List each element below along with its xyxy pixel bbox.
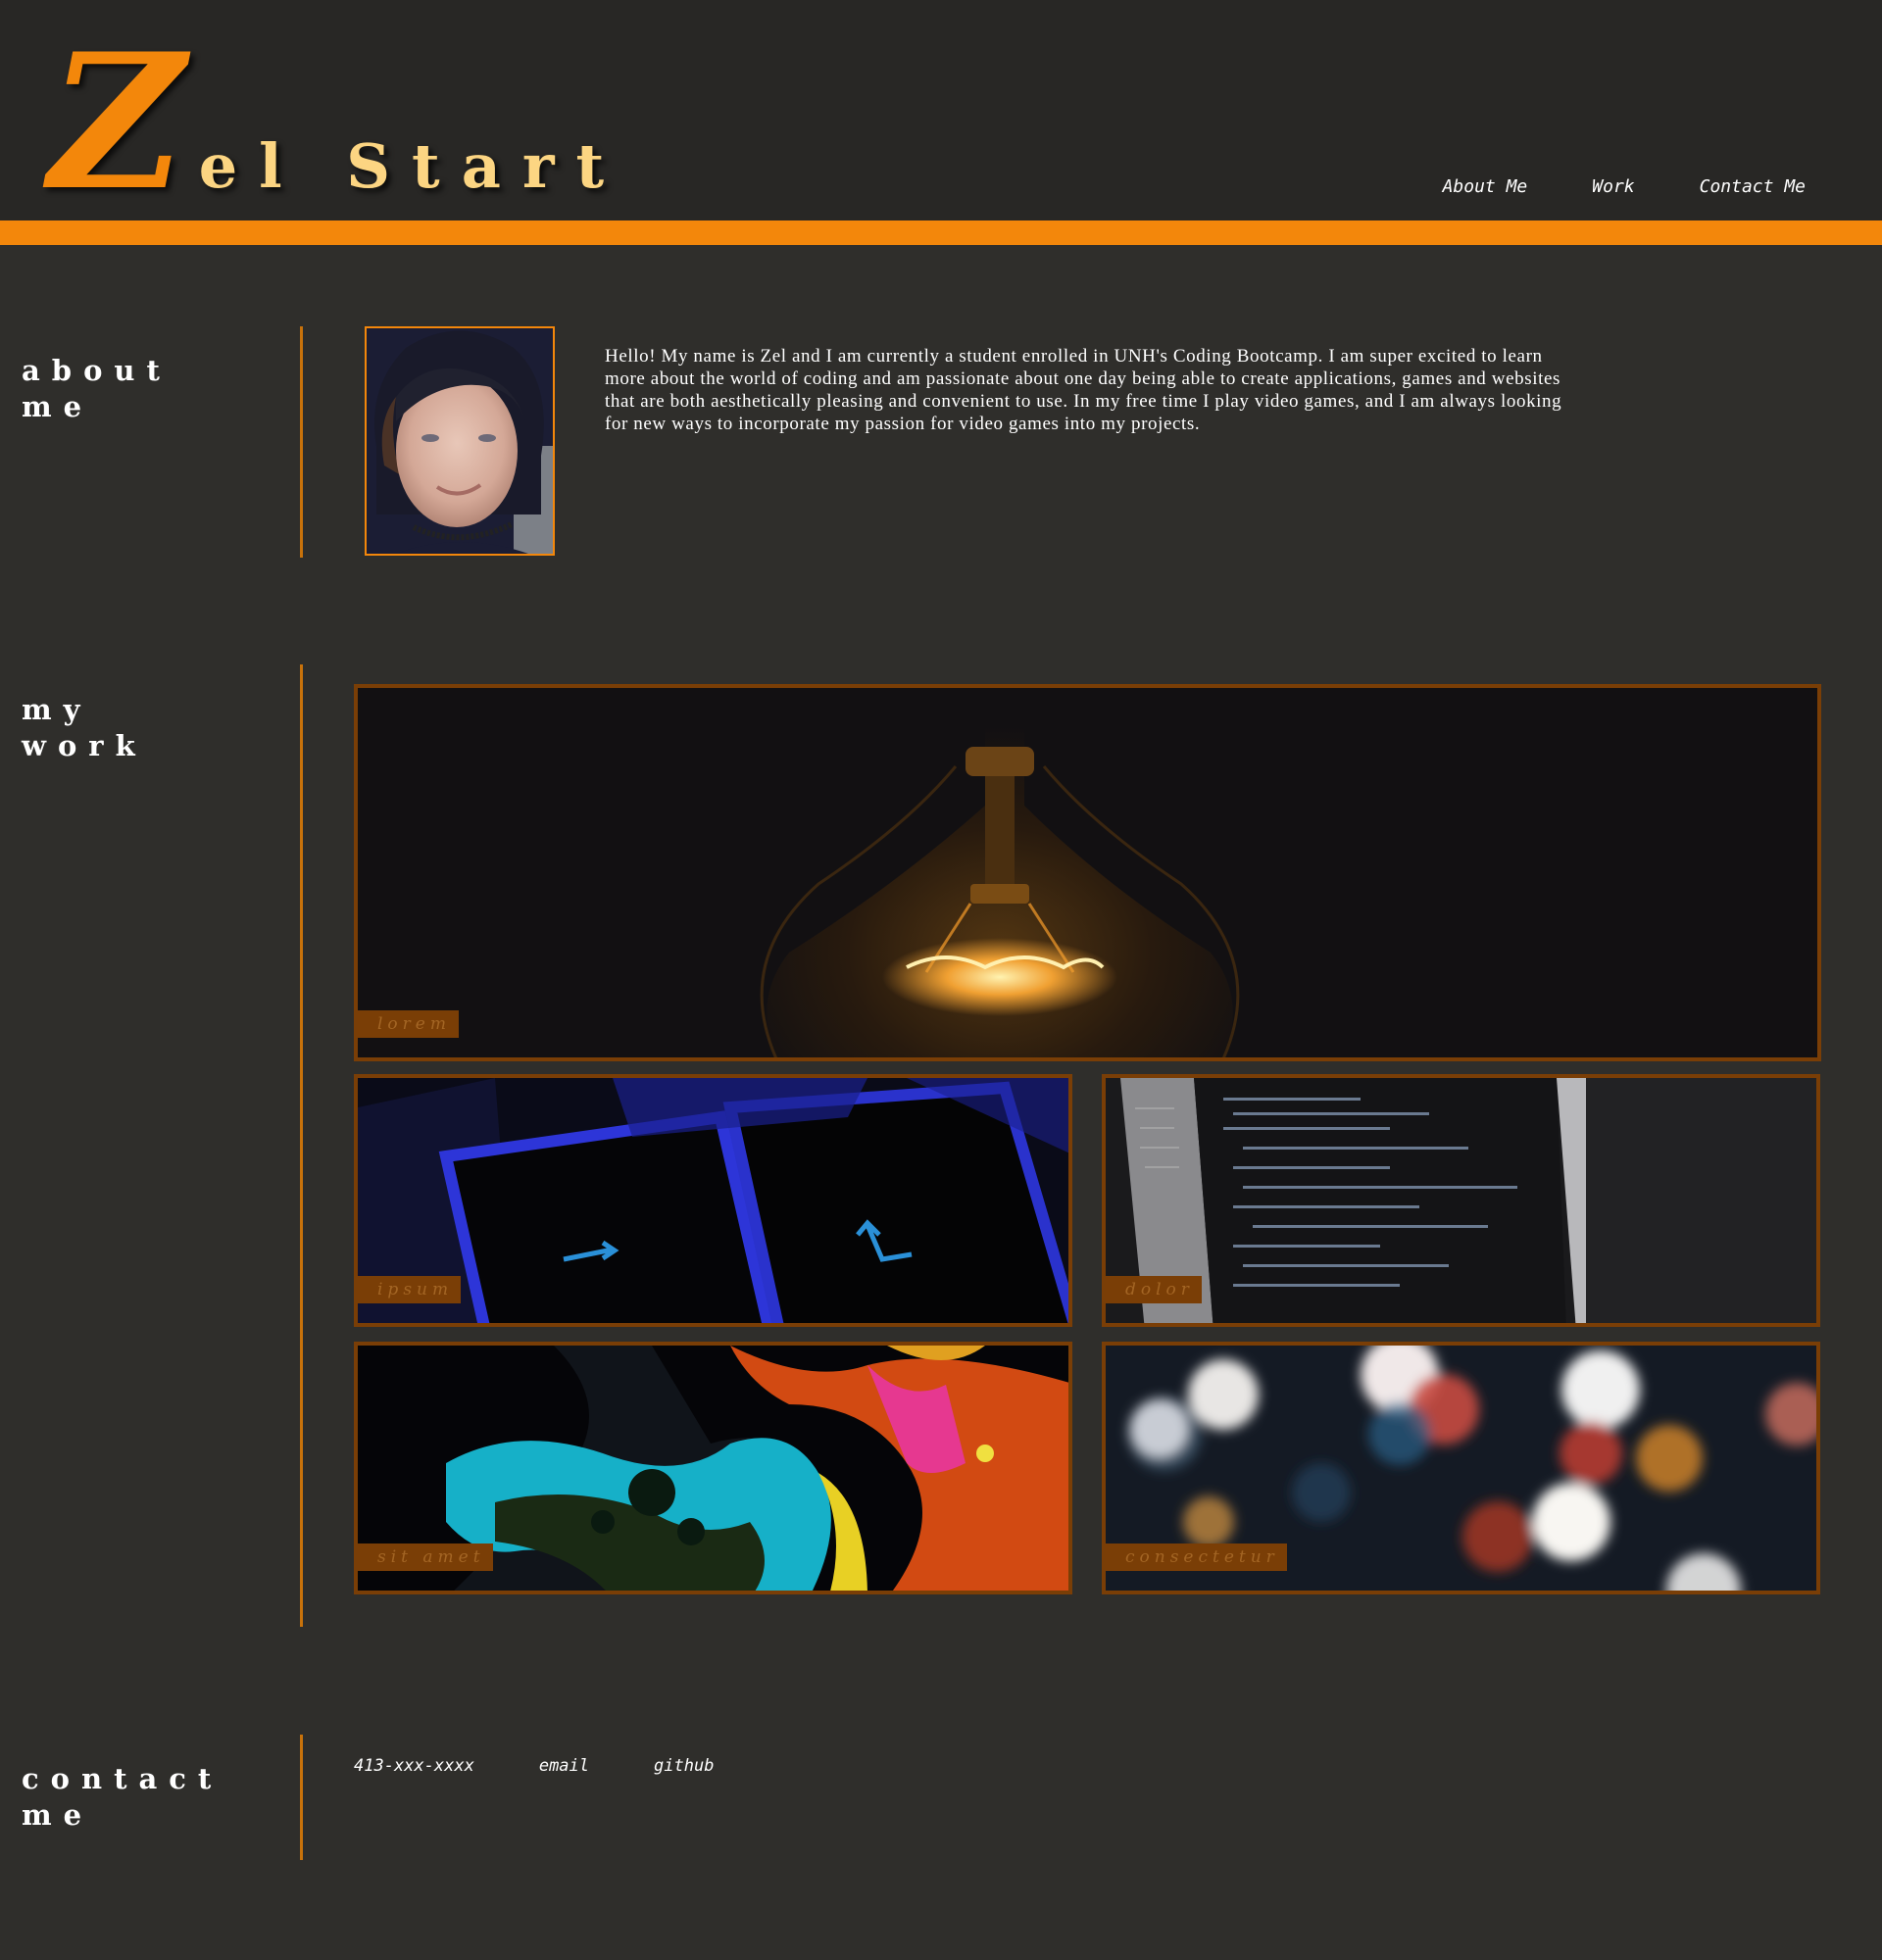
site-logo[interactable]: Z el Start xyxy=(49,13,626,231)
contact-divider xyxy=(300,1735,303,1860)
work-tile-ipsum[interactable]: ipsum xyxy=(354,1074,1072,1327)
work-tile-dolor[interactable]: dolor xyxy=(1102,1074,1820,1327)
about-divider xyxy=(300,326,303,558)
phone-link[interactable]: 413-xxx-xxxx xyxy=(354,1756,474,1776)
main-nav: About Me Work Contact Me xyxy=(1443,176,1806,197)
profile-photo xyxy=(365,326,555,556)
github-link[interactable]: github xyxy=(654,1756,714,1776)
work-tile-sit-amet[interactable]: sit amet xyxy=(354,1342,1072,1594)
work-tile-label: ipsum xyxy=(358,1276,462,1303)
work-tile-label: dolor xyxy=(1106,1276,1202,1303)
work-divider xyxy=(300,664,303,1627)
about-paragraph: Hello! My name is Zel and I am currently… xyxy=(605,346,1562,434)
header-divider xyxy=(0,220,1882,245)
work-tile-label: consectetur xyxy=(1106,1544,1287,1571)
work-tile-label: sit amet xyxy=(358,1544,493,1571)
work-tile-lorem[interactable]: lorem xyxy=(354,684,1821,1061)
work-tile-consectetur[interactable]: consectetur xyxy=(1102,1342,1820,1594)
work-tile-label: lorem xyxy=(358,1010,459,1038)
site-header: Z el Start About Me Work Contact Me xyxy=(0,0,1882,220)
contact-section-title: contact me xyxy=(22,1762,223,1832)
logo-initial: Z xyxy=(49,13,185,231)
work-section-title: my work xyxy=(22,693,147,762)
nav-about-me[interactable]: About Me xyxy=(1443,176,1528,197)
contact-links: 413-xxx-xxxx email github xyxy=(354,1756,714,1776)
logo-name: el Start xyxy=(198,130,626,202)
about-section-title: about me xyxy=(22,354,172,423)
email-link[interactable]: email xyxy=(539,1756,589,1776)
nav-contact-me[interactable]: Contact Me xyxy=(1700,176,1806,197)
nav-work[interactable]: Work xyxy=(1592,176,1634,197)
